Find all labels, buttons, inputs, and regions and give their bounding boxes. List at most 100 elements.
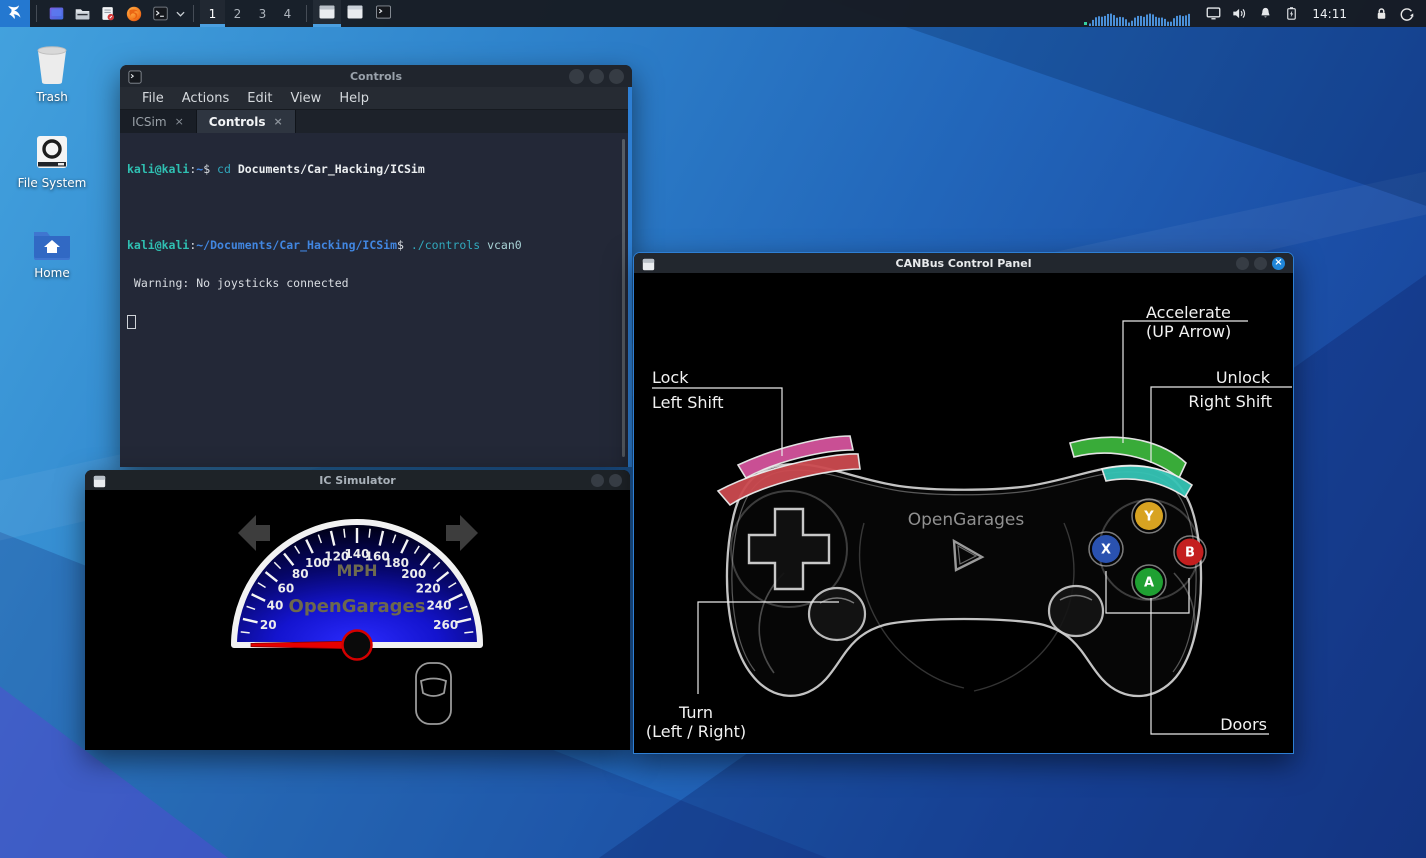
maximize-button[interactable] xyxy=(1254,257,1267,270)
tab-controls[interactable]: Controls × xyxy=(197,110,296,133)
text-editor-icon xyxy=(100,5,116,22)
chevron-down-icon xyxy=(176,11,185,17)
icsim-titlebar[interactable]: IC Simulator xyxy=(85,470,630,490)
button-y: Y xyxy=(1132,499,1166,533)
menu-help[interactable]: Help xyxy=(330,91,378,106)
label-accelerate: Accelerate xyxy=(1146,303,1231,322)
canbus-display: Y X B A OpenGarages xyxy=(634,273,1293,753)
label-unlock: Unlock xyxy=(1216,368,1271,387)
close-button[interactable] xyxy=(609,69,624,84)
lock-screen-button[interactable] xyxy=(1368,6,1394,21)
minimize-button[interactable] xyxy=(591,474,604,487)
svg-text:A: A xyxy=(1144,576,1154,591)
label-turn-key: (Left / Right) xyxy=(646,722,746,741)
terminal-scrollbar[interactable] xyxy=(622,139,625,457)
svg-text:260: 260 xyxy=(433,618,458,632)
menu-actions[interactable]: Actions xyxy=(173,91,239,106)
button-a: A xyxy=(1132,565,1166,599)
file-manager-launcher[interactable] xyxy=(69,0,95,27)
canbus-titlebar[interactable]: CANBus Control Panel × xyxy=(634,253,1293,273)
menu-edit[interactable]: Edit xyxy=(238,91,281,106)
maximize-button[interactable] xyxy=(589,69,604,84)
icsim-window-title: IC Simulator xyxy=(85,474,630,487)
session-menu-button[interactable] xyxy=(1394,6,1420,22)
speedometer: 20406080100120140160180200220240260 MPH … xyxy=(85,490,630,750)
svg-text:40: 40 xyxy=(267,599,284,613)
terminal-window-icon xyxy=(128,69,142,83)
canbus-window: CANBus Control Panel × xyxy=(633,252,1294,754)
controller-brand-label: OpenGarages xyxy=(908,510,1025,530)
workspace-button-1[interactable]: 1 xyxy=(200,0,225,27)
workspace-label: 2 xyxy=(234,7,242,21)
svg-text:220: 220 xyxy=(416,581,441,595)
terminal-launcher-dropdown[interactable] xyxy=(173,0,187,27)
top-panel: 1 2 3 4 xyxy=(0,0,1426,27)
workspace-label: 1 xyxy=(209,7,217,21)
close-button[interactable]: × xyxy=(1272,257,1285,270)
label-lock: Lock xyxy=(652,368,689,387)
icsim-display: 20406080100120140160180200220240260 MPH … xyxy=(85,490,630,750)
tab-close-icon[interactable]: × xyxy=(175,115,184,128)
workspace-label: 3 xyxy=(259,7,267,21)
network-monitor-graph[interactable] xyxy=(1084,13,1192,26)
terminal-window-title: Controls xyxy=(120,70,632,83)
canbus-window-title: CANBus Control Panel xyxy=(634,257,1293,270)
terminal-accent-border xyxy=(628,87,632,467)
tab-close-icon[interactable]: × xyxy=(274,115,283,128)
taskbar-window-terminal[interactable] xyxy=(369,0,397,27)
monitor-icon xyxy=(1205,6,1222,21)
terminal-cursor xyxy=(127,315,136,329)
svg-text:240: 240 xyxy=(426,599,451,613)
desktop-icon-file-system[interactable]: File System xyxy=(14,134,90,190)
desktop-icon-trash[interactable]: Trash xyxy=(14,44,90,104)
notifications-tray[interactable] xyxy=(1252,6,1278,21)
minimize-button[interactable] xyxy=(569,69,584,84)
gauge-brand-label: OpenGarages xyxy=(289,596,426,617)
right-analog-stick xyxy=(1049,586,1103,636)
firefox-launcher[interactable] xyxy=(121,0,147,27)
volume-tray[interactable] xyxy=(1226,6,1252,21)
terminal-line xyxy=(127,201,632,214)
display-settings-tray[interactable] xyxy=(1200,6,1226,21)
label-turn: Turn xyxy=(678,703,713,722)
terminal-line: Warning: No joysticks connected xyxy=(127,277,632,290)
workspace-button-2[interactable]: 2 xyxy=(225,0,250,27)
home-folder-icon xyxy=(14,226,90,262)
terminal-window-icon xyxy=(376,5,391,22)
terminal-titlebar[interactable]: Controls xyxy=(120,65,632,87)
desktop-icon-home[interactable]: Home xyxy=(14,226,90,280)
workspace-label: 4 xyxy=(284,7,292,21)
canbus-window-icon xyxy=(642,256,656,270)
terminal-menubar: File Actions Edit View Help xyxy=(120,87,632,110)
taskbar-window-icsim[interactable] xyxy=(341,0,369,27)
taskbar-window-canbus[interactable] xyxy=(313,0,341,27)
tab-label: Controls xyxy=(209,115,266,129)
firefox-icon xyxy=(125,5,143,23)
left-analog-stick xyxy=(809,588,865,640)
gauge-unit-label: MPH xyxy=(336,561,377,580)
show-desktop-button[interactable] xyxy=(43,0,69,27)
tab-icsim[interactable]: ICSim × xyxy=(120,110,197,133)
desktop-icon-label: Home xyxy=(34,266,69,280)
icsim-window-icon xyxy=(93,473,107,487)
kali-menu-button[interactable] xyxy=(0,0,30,27)
workspace-button-3[interactable]: 3 xyxy=(250,0,275,27)
terminal-viewport[interactable]: kali@kali:~$ cd Documents/Car_Hacking/IC… xyxy=(120,133,632,467)
terminal-line xyxy=(127,314,632,329)
battery-tray[interactable] xyxy=(1278,6,1304,21)
speaker-icon xyxy=(1231,6,1248,21)
menu-view[interactable]: View xyxy=(281,91,330,106)
trash-icon xyxy=(14,44,90,86)
kali-logo-icon xyxy=(6,3,24,24)
minimize-button[interactable] xyxy=(1236,257,1249,270)
text-editor-launcher[interactable] xyxy=(95,0,121,27)
window-icon xyxy=(319,5,335,22)
terminal-launcher[interactable] xyxy=(147,0,173,27)
close-button[interactable] xyxy=(609,474,622,487)
svg-text:200: 200 xyxy=(401,567,426,581)
menu-file[interactable]: File xyxy=(133,91,173,106)
workspace-button-4[interactable]: 4 xyxy=(275,0,300,27)
desktop: 1 2 3 4 xyxy=(0,0,1426,858)
icsim-window: IC Simulator xyxy=(85,470,630,750)
clock[interactable]: 14:11 xyxy=(1304,7,1355,21)
